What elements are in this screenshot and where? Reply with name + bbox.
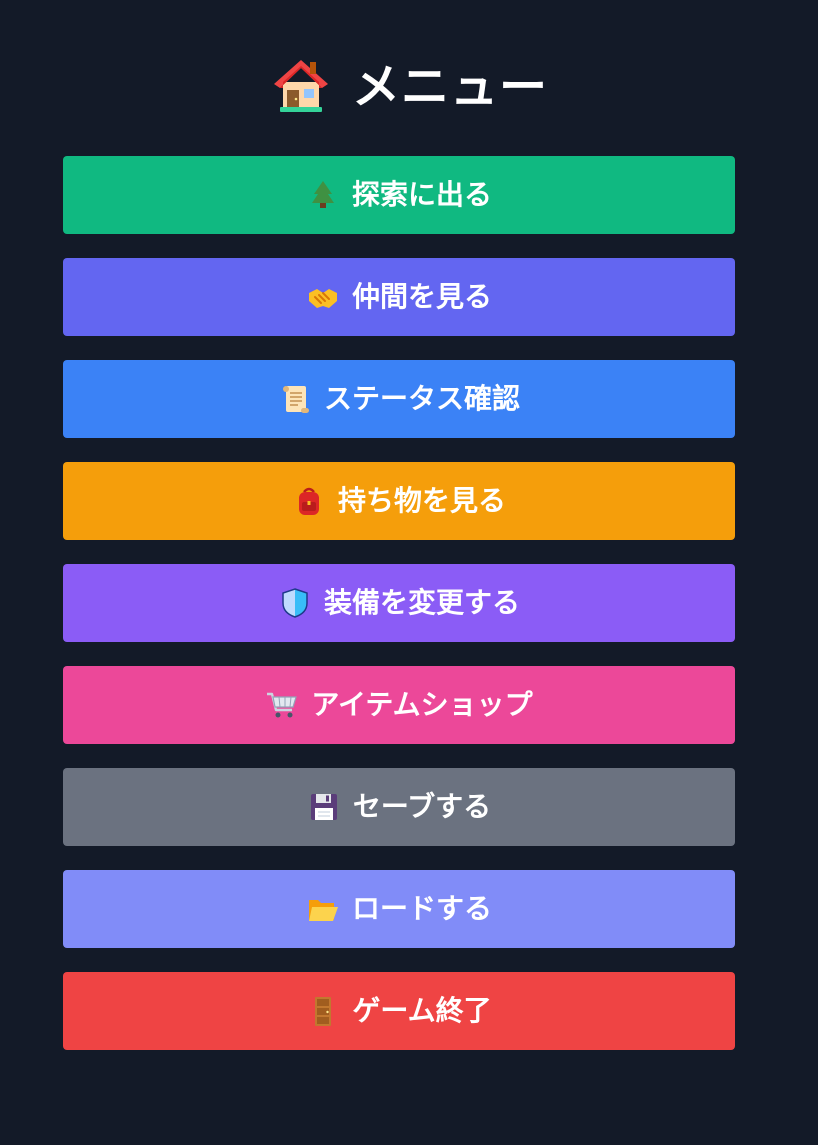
load-button[interactable]: ロードする [63, 870, 735, 948]
explore-button-label: 探索に出る [351, 178, 492, 211]
tree-icon [311, 181, 334, 208]
explore-button[interactable]: 探索に出る [63, 156, 735, 234]
change-equipment-button[interactable]: 装備を変更する [63, 564, 735, 642]
save-button[interactable]: セーブする [63, 768, 735, 846]
house-icon [273, 60, 328, 112]
save-button-label: セーブする [352, 790, 492, 823]
main-menu: 探索に出る 仲間を見る ステータス確認 持ち物を見る 装備を変更する アイテムシ… [63, 156, 735, 1074]
quit-game-button[interactable]: ゲーム終了 [63, 972, 735, 1050]
item-shop-button-label: アイテムショップ [311, 688, 533, 721]
floppy-disk-icon [310, 794, 337, 820]
page-title-text: メニュー [351, 59, 548, 115]
change-equipment-button-label: 装備を変更する [323, 586, 520, 619]
folder-open-icon [308, 900, 338, 921]
door-icon [315, 997, 332, 1026]
view-party-button-label: 仲間を見る [351, 280, 492, 313]
shield-icon [282, 588, 308, 618]
load-button-label: ロードする [351, 892, 492, 925]
status-button-label: ステータス確認 [323, 382, 520, 415]
shopping-cart-icon [267, 692, 298, 718]
scroll-icon [282, 386, 309, 413]
inventory-button[interactable]: 持ち物を見る [63, 462, 735, 540]
handshake-icon [308, 289, 337, 308]
item-shop-button[interactable]: アイテムショップ [63, 666, 735, 744]
backpack-icon [298, 487, 319, 515]
status-button[interactable]: ステータス確認 [63, 360, 735, 438]
quit-game-button-label: ゲーム終了 [352, 994, 492, 1027]
inventory-button-label: 持ち物を見る [337, 484, 506, 517]
page-title: メニュー [0, 44, 818, 120]
view-party-button[interactable]: 仲間を見る [63, 258, 735, 336]
